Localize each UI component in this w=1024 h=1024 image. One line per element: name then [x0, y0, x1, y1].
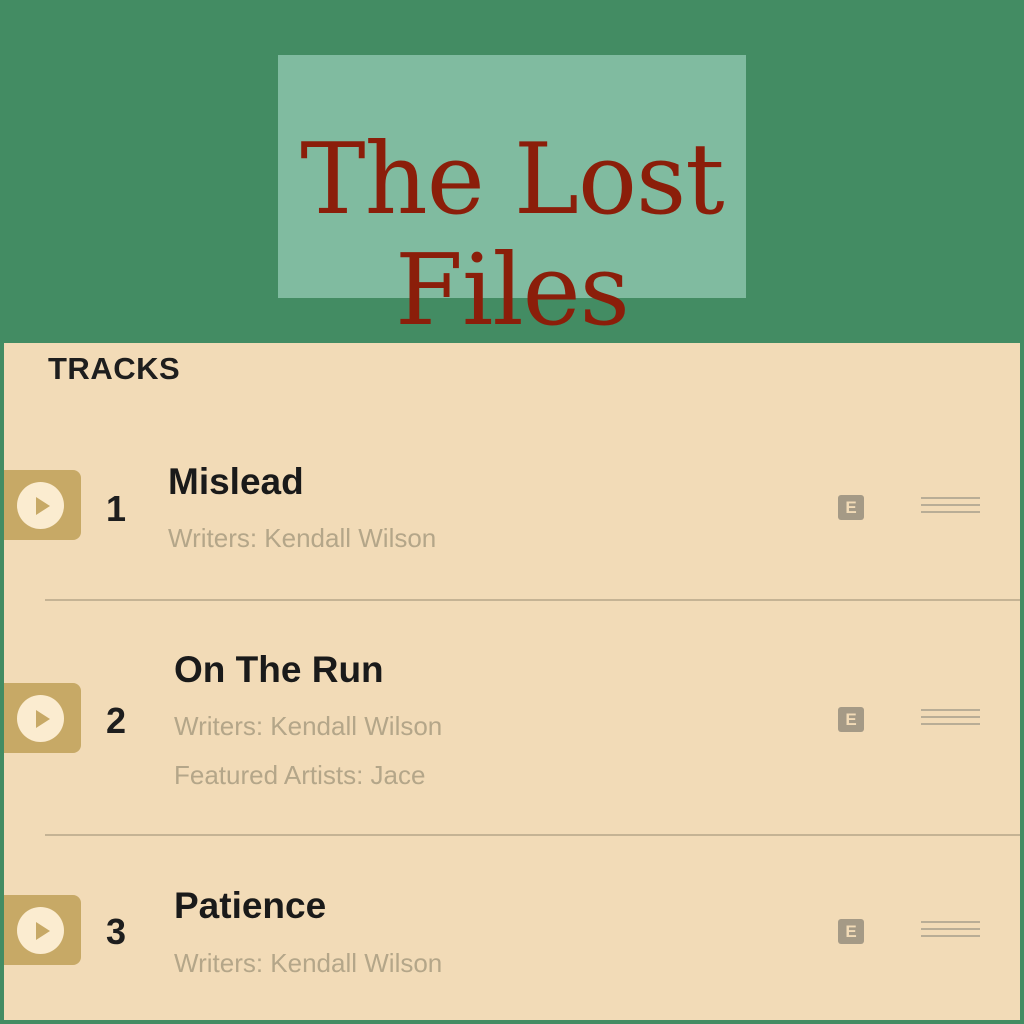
play-button[interactable]	[4, 470, 81, 540]
explicit-badge-icon: E	[838, 919, 864, 944]
play-button[interactable]	[4, 895, 81, 965]
track-writers: Writers: Kendall Wilson	[168, 523, 437, 553]
track-number: 2	[106, 700, 127, 741]
tracks-heading: TRACKS	[48, 351, 181, 386]
tracks-panel: TRACKS 1 Mislead Writers: Kendall Wilson…	[4, 343, 1020, 1020]
track-writers: Writers: Kendall Wilson	[174, 711, 443, 741]
menu-icon[interactable]	[921, 921, 980, 943]
track-divider	[45, 834, 1020, 836]
track-featured-artists: Featured Artists: Jace	[174, 760, 426, 790]
track-number: 3	[106, 911, 127, 952]
track-divider	[45, 599, 1020, 601]
track-number: 1	[106, 488, 127, 529]
track-title[interactable]: On The Run	[174, 649, 384, 691]
menu-icon[interactable]	[921, 709, 980, 731]
play-button[interactable]	[4, 683, 81, 753]
explicit-badge-icon: E	[838, 495, 864, 520]
album-title-box: The Lost Files	[278, 55, 746, 340]
track-title[interactable]: Patience	[174, 885, 326, 927]
explicit-badge-icon: E	[838, 707, 864, 732]
album-title-line-1: The Lost	[300, 123, 724, 237]
play-icon	[17, 482, 64, 529]
track-writers: Writers: Kendall Wilson	[174, 948, 443, 978]
album-title-line-2: Files	[395, 234, 630, 348]
menu-icon[interactable]	[921, 497, 980, 519]
track-title[interactable]: Mislead	[168, 461, 304, 503]
play-icon	[17, 907, 64, 954]
play-icon	[17, 695, 64, 742]
